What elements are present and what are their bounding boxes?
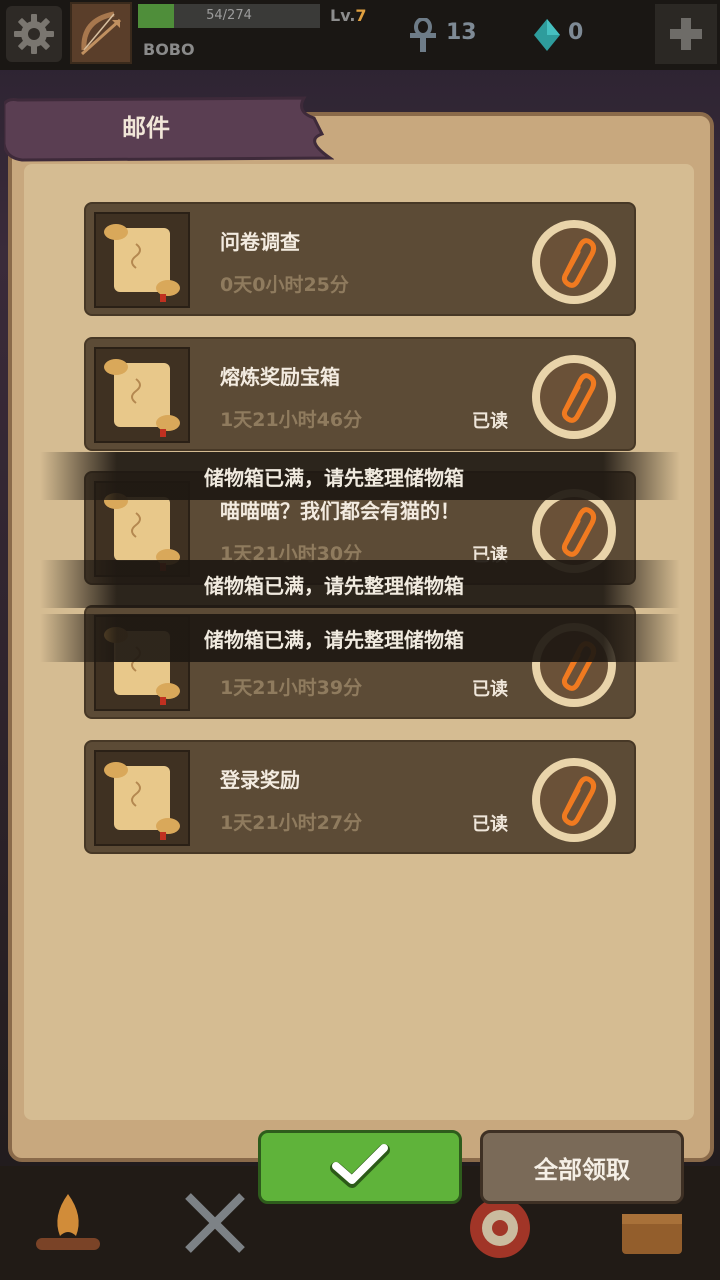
mail-time: 1天21小时46分	[220, 409, 363, 431]
checkmark-icon	[330, 1144, 390, 1188]
mail-time: 0天0小时25分	[220, 274, 349, 296]
toast-message: 储物箱已满，请先整理储物箱	[40, 452, 680, 500]
toast-text: 储物箱已满，请先整理储物箱	[204, 574, 464, 598]
mail-time: 1天21小时27分	[220, 812, 363, 834]
toast-message: 储物箱已满，请先整理储物箱	[40, 560, 680, 608]
toast-message: 储物箱已满，请先整理储物箱	[40, 614, 680, 662]
settings-gear-icon[interactable]	[6, 6, 62, 62]
confirm-button[interactable]	[258, 1130, 462, 1204]
player-name: BOBO	[143, 40, 195, 59]
xp-text: 54/274	[206, 8, 252, 23]
attachment-clip-icon[interactable]	[528, 754, 620, 846]
gem-count: 0	[568, 20, 584, 45]
read-status: 已读	[472, 814, 508, 835]
campfire-icon[interactable]	[28, 1184, 108, 1264]
scroll-icon	[94, 347, 190, 443]
level-display: Lv.7	[330, 6, 367, 25]
read-status: 已读	[472, 411, 508, 432]
attachment-clip-icon[interactable]	[528, 351, 620, 443]
ankh-count: 13	[446, 20, 477, 45]
bow-portrait-icon[interactable]	[70, 2, 132, 64]
attachment-clip-icon[interactable]	[528, 216, 620, 308]
read-status: 已读	[472, 679, 508, 700]
crossed-swords-icon[interactable]	[176, 1184, 256, 1264]
mail-time: 1天21小时39分	[220, 677, 363, 699]
plus-icon	[670, 18, 702, 50]
xp-bar: 54/274	[138, 4, 320, 28]
claim-all-button[interactable]: 全部领取	[480, 1130, 684, 1204]
level-value: 7	[355, 6, 367, 25]
mail-title: 登录奖励	[220, 768, 300, 792]
ankh-icon	[408, 17, 438, 52]
mail-title: 问卷调查	[220, 230, 300, 254]
panel-title: 邮件	[122, 114, 170, 142]
level-label: Lv.	[330, 6, 356, 25]
mail-item[interactable]: 问卷调查 0天0小时25分	[84, 202, 636, 316]
gem-icon	[533, 18, 561, 52]
add-currency-button[interactable]	[655, 4, 717, 64]
scroll-icon	[94, 212, 190, 308]
mail-title: 熔炼奖励宝箱	[220, 365, 340, 389]
mail-item[interactable]: 熔炼奖励宝箱 1天21小时46分 已读	[84, 337, 636, 451]
toast-text: 储物箱已满，请先整理储物箱	[204, 466, 464, 490]
toast-text: 储物箱已满，请先整理储物箱	[204, 628, 464, 652]
scroll-icon	[94, 750, 190, 846]
top-bar: 54/274 Lv.7 BOBO 13 0	[0, 0, 720, 70]
mail-item[interactable]: 登录奖励 1天21小时27分 已读	[84, 740, 636, 854]
